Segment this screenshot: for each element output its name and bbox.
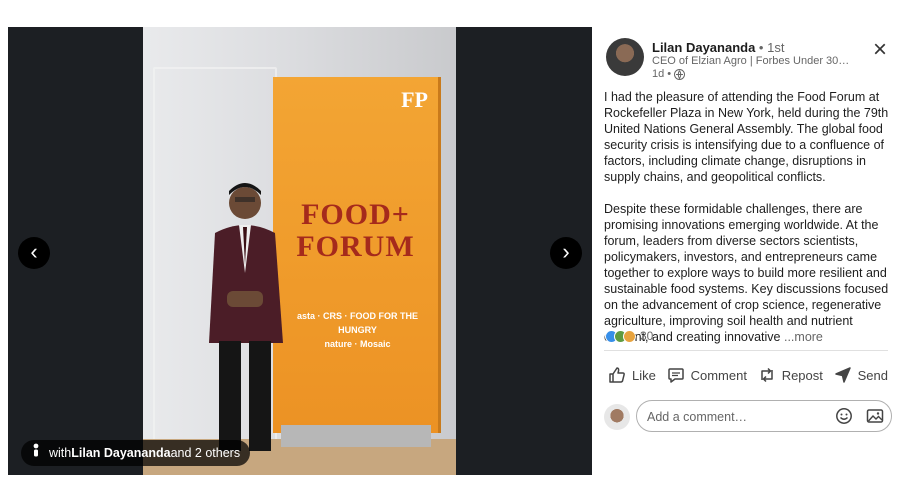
current-user-avatar [604,404,630,430]
author-headline: CEO of Elzian Agro | Forbes Under 30 | A… [652,55,852,67]
previous-image-button[interactable]: ‹ [18,237,50,269]
insightful-reaction-icon [623,329,636,343]
tag-name[interactable]: Lilan Dayananda [71,440,170,466]
sponsor-row-1: asta · CRS · FOOD FOR THE HUNGRY [296,311,418,335]
tag-prefix: with [49,446,72,460]
post-time-text: 1d • [652,68,672,80]
like-label: Like [632,367,656,383]
send-label: Send [857,367,888,383]
post-photo[interactable]: FP FOOD+ FORUM asta · CRS · FOOD FOR THE… [143,27,456,475]
comment-input[interactable] [645,401,829,433]
reactions-summary[interactable]: 30 [605,329,653,343]
repost-label: Repost [781,367,823,383]
chevron-left-icon: ‹ [30,239,38,264]
send-button[interactable]: Send [830,360,892,390]
post-paragraph-1: I had the pleasure of attending the Food… [604,90,889,184]
next-image-button[interactable]: › [550,237,582,269]
comment-button[interactable]: Comment [663,360,751,390]
close-button[interactable]: × [869,38,891,62]
comment-label: Comment [690,367,747,383]
action-bar: Like Comment Repost Send [604,360,892,390]
connection-degree: • 1st [755,40,785,55]
reaction-count: 30 [640,329,654,343]
tag-suffix[interactable]: and 2 others [171,440,241,466]
author-avatar[interactable] [606,38,644,76]
banner-sponsors: asta · CRS · FOOD FOR THE HUNGRY nature … [295,309,420,351]
send-icon [834,367,851,383]
author-name-line: Lilan Dayananda • 1st [652,40,784,55]
see-more-link[interactable]: ...more [784,330,823,344]
like-icon [609,367,625,383]
tagged-people-pill[interactable]: with Lilan Dayananda and 2 others [21,440,251,466]
post-detail-panel: Lilan Dayananda • 1st CEO of Elzian Agro… [598,27,894,475]
sponsor-row-2: nature · Mosaic [324,339,391,349]
close-icon: × [872,36,887,63]
globe-icon [674,68,686,80]
comment-icon [667,368,684,383]
food-forum-banner: FP FOOD+ FORUM asta · CRS · FOOD FOR THE… [273,77,438,433]
comment-box [636,400,892,433]
like-button[interactable]: Like [604,360,660,390]
person-figure [209,183,283,451]
banner-title: FOOD+ FORUM [273,199,438,263]
emoji-icon[interactable] [835,407,853,425]
post-paragraph-2: Despite these formidable challenges, the… [604,202,889,344]
repost-button[interactable]: Repost [754,360,827,390]
post-time: 1d • [652,68,686,80]
chevron-right-icon: › [562,239,570,264]
person-tag-icon [29,440,43,466]
divider [604,350,888,351]
banner-base [281,425,431,447]
fp-logo: FP [401,87,428,112]
banner-title-line2: FORUM [296,230,415,263]
repost-icon [760,367,773,383]
image-viewer: FP FOOD+ FORUM asta · CRS · FOOD FOR THE… [8,27,592,475]
author-name[interactable]: Lilan Dayananda [652,40,755,55]
banner-title-line1: FOOD+ [301,198,410,231]
post-body: I had the pleasure of attending the Food… [604,89,889,345]
image-icon[interactable] [866,407,884,425]
